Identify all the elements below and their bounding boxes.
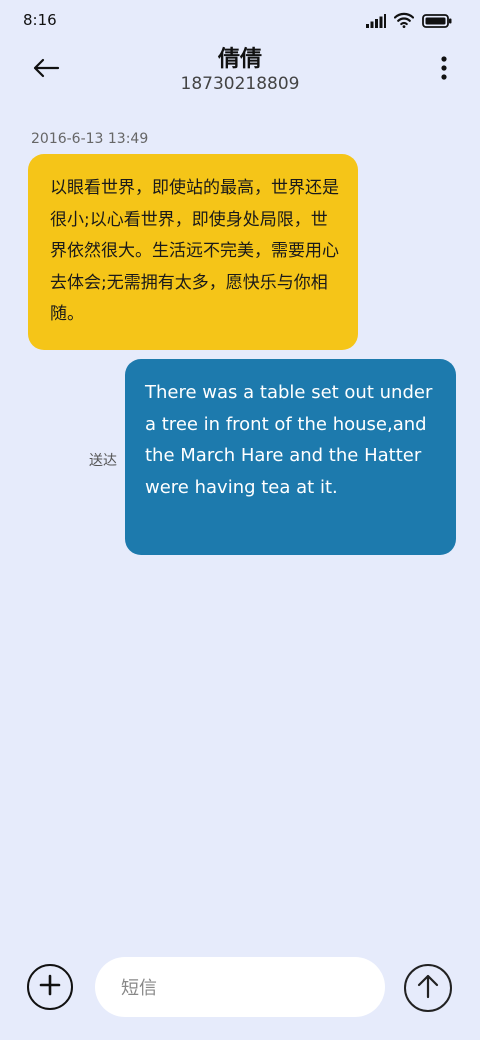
status-bar: 8:16 <box>0 0 480 40</box>
conversation-header: 倩倩 18730218809 <box>0 40 480 104</box>
contact-number: 18730218809 <box>180 74 300 94</box>
outgoing-message-text: There was a table set out under a tree i… <box>145 382 433 498</box>
status-icons <box>366 12 452 32</box>
more-options-button[interactable] <box>438 54 450 86</box>
message-status: 送达 <box>89 453 117 469</box>
plus-circle-icon <box>38 973 62 1001</box>
outgoing-message-bubble[interactable]: There was a table set out under a tree i… <box>125 359 456 555</box>
compose-bar: 短信 <box>0 950 480 1030</box>
add-attachment-button[interactable] <box>27 964 73 1010</box>
arrow-up-circle-icon <box>416 973 440 1003</box>
more-vertical-icon <box>441 56 447 84</box>
battery-icon <box>422 13 452 32</box>
message-input-placeholder: 短信 <box>121 978 157 999</box>
status-time: 8:16 <box>23 11 57 29</box>
message-timestamp: 2016-6-13 13:49 <box>31 131 149 147</box>
message-input[interactable]: 短信 <box>95 957 385 1017</box>
contact-name: 倩倩 <box>217 47 262 72</box>
send-button[interactable] <box>404 964 452 1012</box>
signal-icon <box>366 13 386 32</box>
incoming-message-bubble[interactable]: 以眼看世界，即使站的最高，世界还是很小;以心看世界，即使身处局限，世界依然很大。… <box>28 154 358 350</box>
incoming-message-text: 以眼看世界，即使站的最高，世界还是很小;以心看世界，即使身处局限，世界依然很大。… <box>50 178 339 324</box>
wifi-icon <box>393 12 415 32</box>
